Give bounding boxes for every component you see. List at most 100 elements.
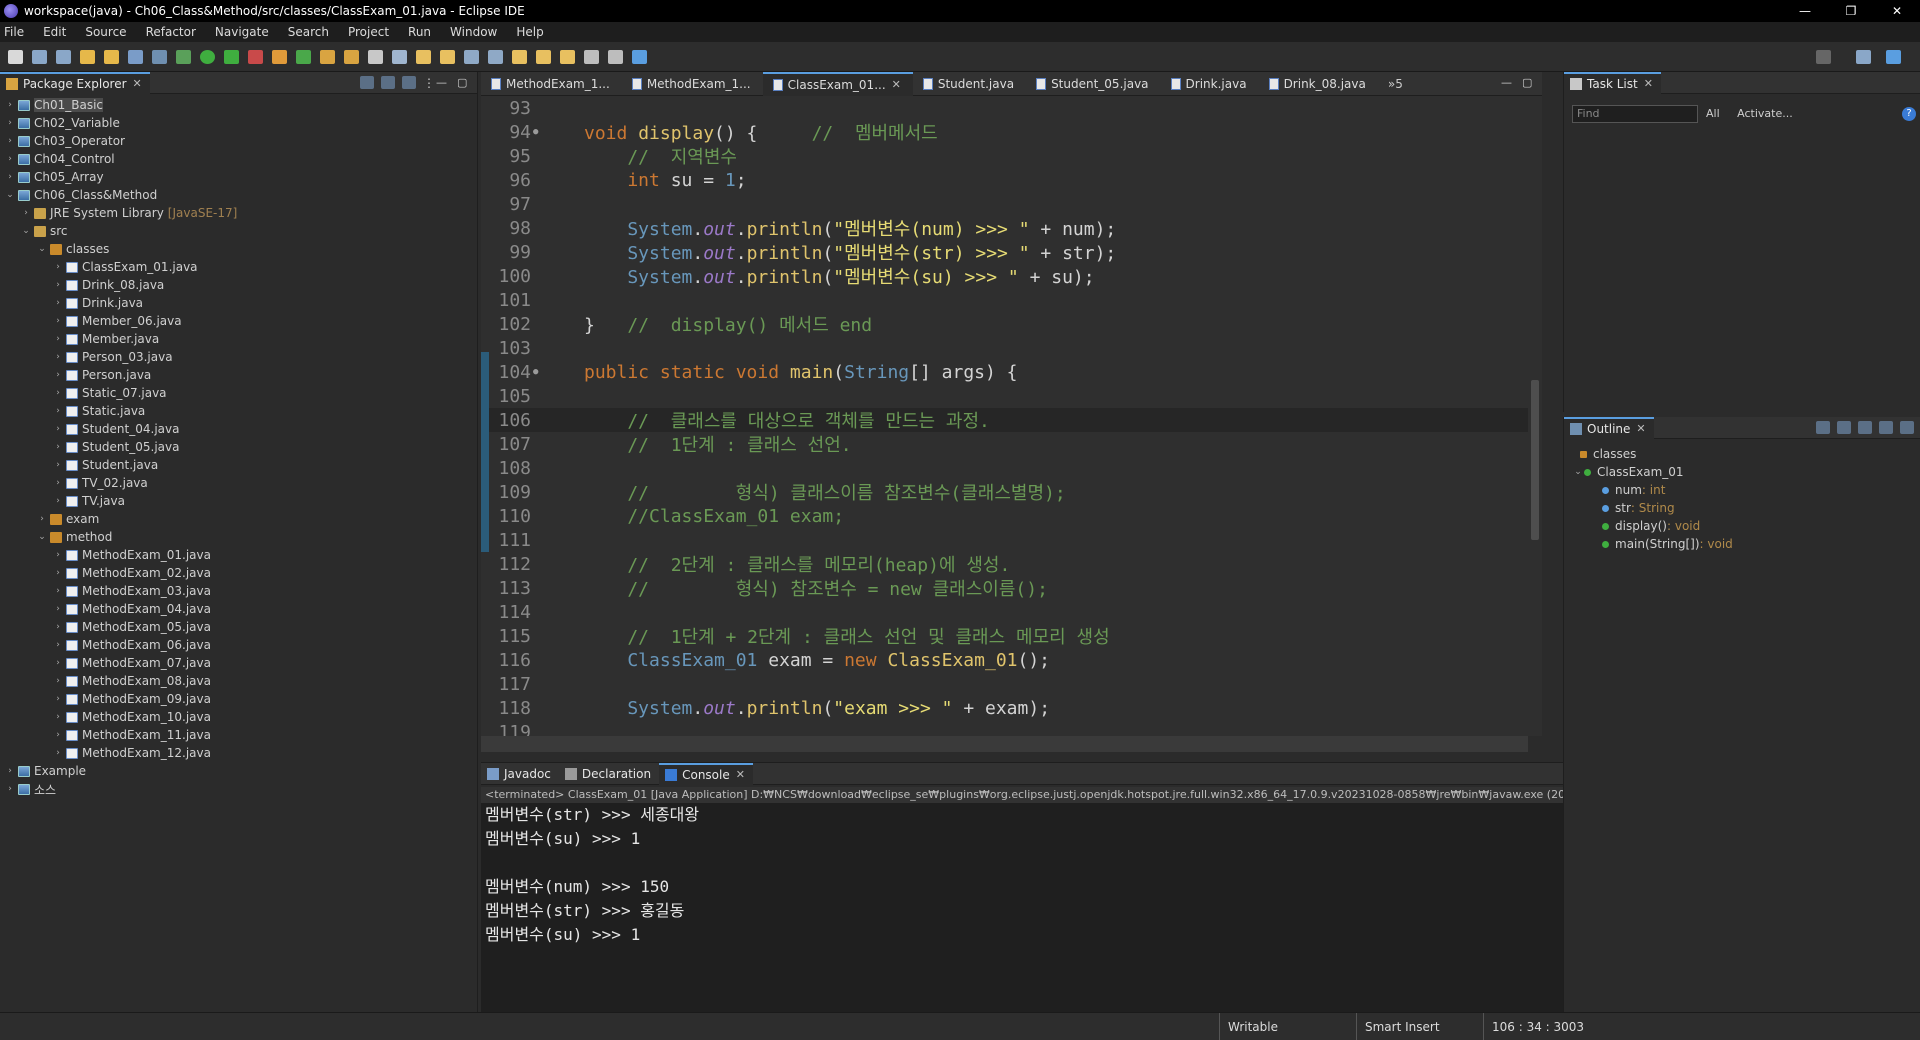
collapsed-arrow-icon[interactable]: › [52,316,64,326]
tree-item[interactable]: › Static_07.java [0,384,477,402]
tree-item[interactable]: › MethodExam_12.java [0,744,477,762]
maximize-view-icon[interactable]: ▢ [1522,76,1536,89]
save-all-icon[interactable] [56,49,71,64]
code-editor[interactable]: 93 94 ● void display() { // 멤버메서드 95 // 지역변수… [481,96,1542,736]
new-icon[interactable] [8,49,23,64]
search-icon[interactable] [1816,49,1831,64]
collapsed-arrow-icon[interactable]: › [20,208,32,218]
close-icon[interactable]: ✕ [1636,422,1645,435]
editor-vertical-scrollbar[interactable] [1528,96,1542,736]
fold-icon[interactable]: ● [533,367,543,377]
outline-item[interactable]: ⌄ ClassExam_01 [1572,463,1920,481]
close-icon[interactable]: ✕ [736,768,745,781]
scrollbar-thumb[interactable] [1531,380,1539,540]
collapsed-arrow-icon[interactable]: › [52,334,64,344]
toggle-mark-icon[interactable] [392,49,407,64]
collapsed-arrow-icon[interactable]: › [52,496,64,506]
fold-icon[interactable]: ● [533,127,543,137]
tree-item[interactable]: › MethodExam_10.java [0,708,477,726]
collapsed-arrow-icon[interactable]: › [4,100,16,110]
close-icon[interactable]: ✕ [133,77,142,90]
tree-item[interactable]: › Ch02_Variable [0,114,477,132]
collapsed-arrow-icon[interactable]: › [52,658,64,668]
tab-package-explorer[interactable]: Package Explorer ✕ [0,71,150,94]
block-selection-icon[interactable] [464,49,479,64]
tab-overflow-button[interactable]: »5 [1388,77,1403,91]
tree-item[interactable]: › MethodExam_06.java [0,636,477,654]
save-icon[interactable] [32,49,47,64]
expanded-arrow-icon[interactable]: ⌄ [1572,467,1584,477]
tree-item[interactable]: › Student.java [0,456,477,474]
annotation-next-icon[interactable] [416,49,431,64]
collapsed-arrow-icon[interactable]: › [36,514,48,524]
tree-item[interactable]: ⌄ src [0,222,477,240]
tree-item[interactable]: › TV_02.java [0,474,477,492]
menu-source[interactable]: Source [85,25,126,39]
tree-item[interactable]: › MethodExam_03.java [0,582,477,600]
collapsed-arrow-icon[interactable]: › [4,784,16,794]
collapsed-arrow-icon[interactable]: › [52,568,64,578]
tree-item[interactable]: › JRE System Library [JavaSE-17] [0,204,477,222]
skip-breakpoints-icon[interactable] [152,49,167,64]
open-perspective-icon[interactable] [1856,49,1871,64]
back-icon[interactable] [536,49,551,64]
collapsed-arrow-icon[interactable]: › [52,262,64,272]
editor-tab[interactable]: MethodExam_1... [622,72,763,96]
tree-item[interactable]: › MethodExam_07.java [0,654,477,672]
menu-refactor[interactable]: Refactor [146,25,196,39]
tree-item[interactable]: ⌄ classes [0,240,477,258]
outline-item[interactable]: classes [1572,445,1920,463]
undo-icon[interactable] [80,49,95,64]
collapsed-arrow-icon[interactable]: › [4,154,16,164]
menu-search[interactable]: Search [288,25,329,39]
minimize-view-icon[interactable]: — [436,76,450,89]
collapsed-arrow-icon[interactable]: › [4,766,16,776]
tree-item[interactable]: › Ch03_Operator [0,132,477,150]
tree-item[interactable]: › Student_04.java [0,420,477,438]
last-edit-icon[interactable] [512,49,527,64]
debug-icon[interactable] [176,49,191,64]
menu-edit[interactable]: Edit [43,25,66,39]
navigate-forward-icon[interactable] [608,49,623,64]
expanded-arrow-icon[interactable]: ⌄ [20,226,32,236]
tree-item[interactable]: › Drink_08.java [0,276,477,294]
redo-icon[interactable] [104,49,119,64]
tree-item[interactable]: › Person_03.java [0,348,477,366]
forward-icon[interactable] [560,49,575,64]
hide-static-icon[interactable] [1858,421,1872,434]
collapsed-arrow-icon[interactable]: › [4,172,16,182]
collapsed-arrow-icon[interactable]: › [52,352,64,362]
tree-item[interactable]: › Example [0,762,477,780]
help-icon[interactable]: ? [1902,107,1916,121]
tab-outline[interactable]: Outline ✕ [1564,416,1654,439]
outline-item[interactable]: main(String[]) : void [1572,535,1920,553]
collapsed-arrow-icon[interactable]: › [52,694,64,704]
close-icon[interactable]: ✕ [1644,77,1653,90]
coverage-icon[interactable] [224,49,239,64]
collapsed-arrow-icon[interactable]: › [52,748,64,758]
tree-item[interactable]: › MethodExam_09.java [0,690,477,708]
terminal-icon[interactable] [128,49,143,64]
view-menu-icon[interactable]: ⋮ [423,76,435,90]
collapsed-arrow-icon[interactable]: › [52,712,64,722]
activate-link[interactable]: Activate... [1737,107,1793,120]
sort-icon[interactable] [1816,421,1830,434]
collapsed-arrow-icon[interactable]: › [52,280,64,290]
menu-window[interactable]: Window [450,25,497,39]
editor-horizontal-scrollbar[interactable] [481,736,1528,752]
collapsed-arrow-icon[interactable]: › [4,118,16,128]
tree-item[interactable]: › MethodExam_02.java [0,564,477,582]
tree-item[interactable]: › Static.java [0,402,477,420]
menu-run[interactable]: Run [408,25,431,39]
collapsed-arrow-icon[interactable]: › [52,424,64,434]
collapsed-arrow-icon[interactable]: › [52,460,64,470]
run-icon[interactable] [200,49,215,64]
editor-tab[interactable]: Drink.java [1161,72,1259,96]
tree-item[interactable]: › Ch01_Basic [0,96,477,114]
collapsed-arrow-icon[interactable]: › [52,442,64,452]
editor-tab[interactable]: Student.java [913,72,1026,96]
menu-navigate[interactable]: Navigate [215,25,269,39]
link-with-editor-icon[interactable] [381,76,395,89]
tree-item[interactable]: › MethodExam_01.java [0,546,477,564]
collapsed-arrow-icon[interactable]: › [52,586,64,596]
